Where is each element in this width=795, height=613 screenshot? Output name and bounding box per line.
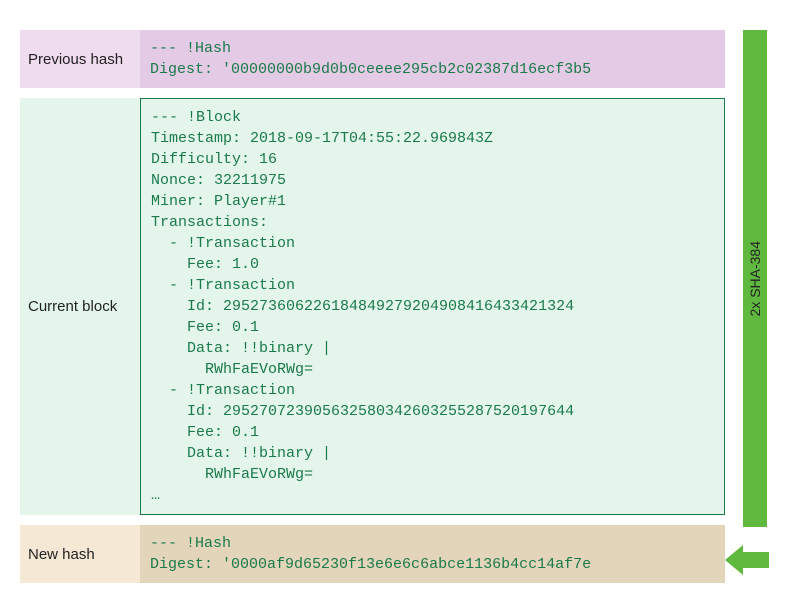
label-text: New hash [28,546,95,563]
label-text: Previous hash [28,51,123,68]
sha-sidebar: 2x SHA-384 [735,30,775,583]
sha-bar: 2x SHA-384 [743,30,767,527]
new-hash-row: New hash --- !Hash Digest: '0000af9d6523… [20,525,725,583]
previous-hash-content: --- !Hash Digest: '00000000b9d0b0ceeee29… [140,30,725,88]
new-digest-label: Digest: [150,556,213,573]
new-hash-content: --- !Hash Digest: '0000af9d65230f13e6e6c… [140,525,725,583]
previous-hash-row: Previous hash --- !Hash Digest: '0000000… [20,30,725,88]
blocks-column: Previous hash --- !Hash Digest: '0000000… [20,30,725,583]
prev-hash-header: --- !Hash [150,40,231,57]
arrow-left-icon [725,543,769,577]
current-block-row: Current block --- !Block Timestamp: 2018… [20,98,725,515]
prev-digest-value: '00000000b9d0b0ceeee295cb2c02387d16ecf3b… [222,61,591,78]
new-hash-header: --- !Hash [150,535,231,552]
current-block-content: --- !Block Timestamp: 2018-09-17T04:55:2… [140,98,725,515]
new-hash-label: New hash [20,525,140,583]
new-digest-value: '0000af9d65230f13e6e6c6abce1136b4cc14af7… [222,556,591,573]
diagram-container: Previous hash --- !Hash Digest: '0000000… [20,30,775,583]
sha-label: 2x SHA-384 [747,241,763,316]
previous-hash-label: Previous hash [20,30,140,88]
prev-digest-label: Digest: [150,61,213,78]
arrow-wrap [735,537,775,583]
label-text: Current block [28,298,117,315]
current-block-label: Current block [20,98,140,515]
